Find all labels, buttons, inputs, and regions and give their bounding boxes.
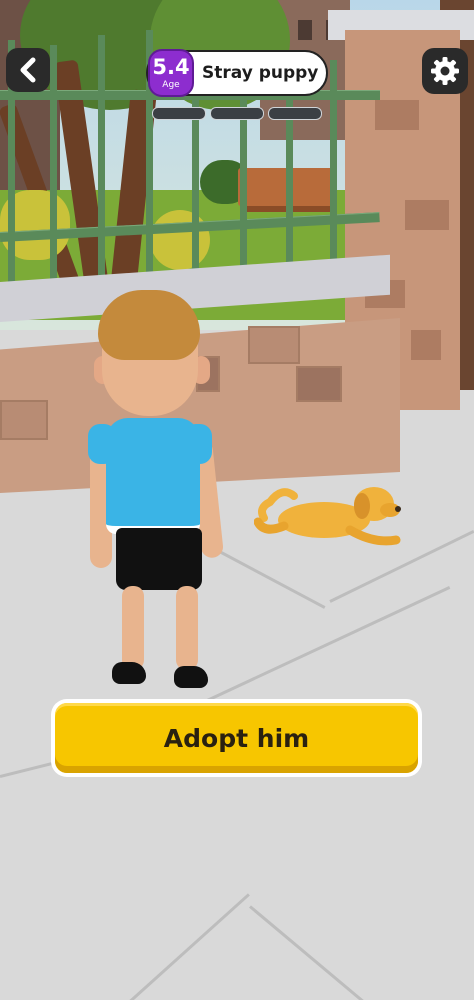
game-scene: 5.4 Age Stray puppy Adopt him	[0, 0, 474, 1000]
fence-bar	[50, 45, 57, 300]
wall-brick	[0, 400, 48, 440]
age-badge: 5.4 Age	[148, 49, 194, 97]
fence-bar	[330, 60, 337, 278]
sidewalk-seam	[128, 893, 250, 1000]
chevron-left-icon	[20, 57, 36, 83]
quest-title: Stray puppy	[202, 63, 319, 83]
wall-brick	[248, 326, 300, 364]
adopt-button-label: Adopt him	[163, 723, 310, 753]
quest-title-pill: 5.4 Age Stray puppy	[146, 49, 328, 97]
back-button[interactable]	[6, 48, 50, 92]
stray-puppy[interactable]	[254, 478, 404, 554]
hedge	[150, 210, 210, 270]
progress-segment	[210, 107, 264, 120]
progress-segment	[152, 107, 206, 120]
gear-icon	[431, 57, 459, 85]
fence-bar	[98, 35, 105, 297]
player-character	[88, 290, 228, 700]
age-value: 5.4	[152, 55, 190, 79]
wall-brick	[296, 366, 342, 402]
age-label: Age	[162, 80, 180, 90]
progress-segment	[268, 107, 322, 120]
settings-button[interactable]	[422, 48, 468, 94]
sidewalk-seam	[249, 905, 374, 1000]
adopt-button-face[interactable]: Adopt him	[55, 703, 418, 773]
sidewalk-seam	[204, 586, 451, 703]
adopt-button[interactable]: Adopt him	[51, 699, 422, 777]
